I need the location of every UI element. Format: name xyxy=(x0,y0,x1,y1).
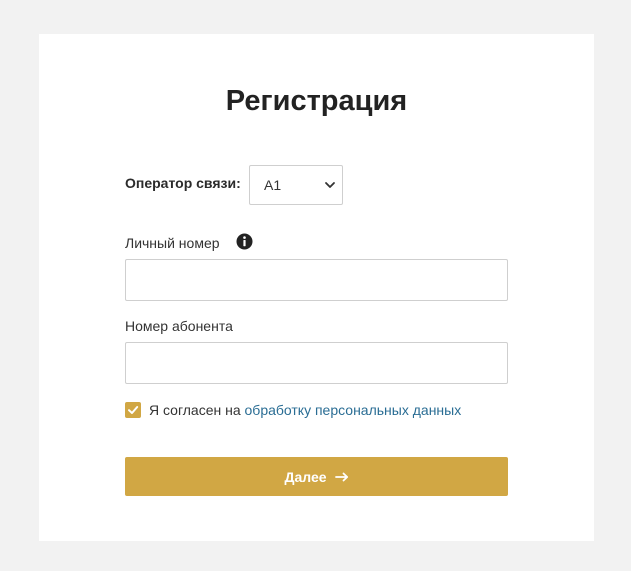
consent-prefix: Я согласен на xyxy=(149,402,241,418)
info-icon[interactable] xyxy=(236,233,253,250)
operator-label: Оператор связи: xyxy=(125,175,241,191)
consent-text: Я согласен на обработку персональных дан… xyxy=(149,402,461,418)
checkmark-icon xyxy=(128,406,139,414)
subscriber-number-input[interactable] xyxy=(125,342,508,384)
next-button[interactable]: Далее xyxy=(125,457,508,496)
subscriber-number-label: Номер абонента xyxy=(125,318,233,334)
consent-row: Я согласен на обработку персональных дан… xyxy=(125,401,461,419)
registration-card: Регистрация Оператор связи: A1 Личный но… xyxy=(39,34,594,541)
personal-number-label: Личный номер xyxy=(125,235,220,251)
operator-select[interactable]: A1 xyxy=(249,165,343,205)
chevron-down-icon xyxy=(325,182,335,188)
next-button-label: Далее xyxy=(284,468,327,485)
consent-checkbox[interactable] xyxy=(125,402,141,418)
arrow-right-icon xyxy=(334,472,348,481)
page-title: Регистрация xyxy=(225,85,408,117)
personal-data-link[interactable]: обработку персональных данных xyxy=(245,402,462,418)
operator-select-value: A1 xyxy=(264,177,282,193)
personal-number-input[interactable] xyxy=(125,259,508,301)
